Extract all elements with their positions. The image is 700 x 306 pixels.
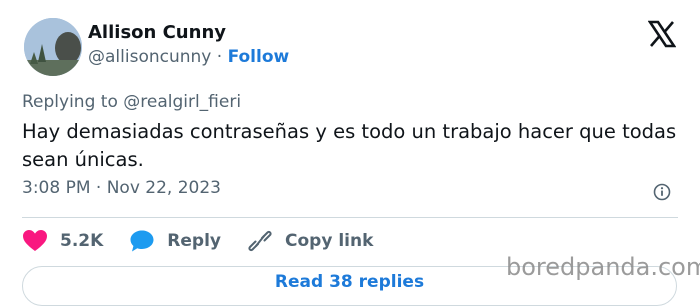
- tweet-text: Hay demasiadas contraseñas y es todo un …: [22, 120, 677, 171]
- like-count: 5.2K: [60, 231, 104, 251]
- reply-context: Replying to @realgirl_fieri: [22, 92, 242, 112]
- author-handle[interactable]: @allisoncunny: [88, 47, 211, 67]
- follow-button[interactable]: Follow: [228, 47, 290, 67]
- reply-button[interactable]: Reply: [129, 229, 221, 253]
- link-icon: [248, 230, 272, 252]
- divider: [22, 217, 678, 218]
- handle-separator: ·: [216, 47, 223, 67]
- author-display-name[interactable]: Allison Cunny: [88, 22, 226, 43]
- info-icon[interactable]: [653, 183, 671, 201]
- copy-link-button[interactable]: Copy link: [247, 229, 373, 253]
- author-handle-line: @allisoncunny · Follow: [88, 47, 289, 67]
- x-logo-icon[interactable]: [647, 20, 677, 48]
- avatar[interactable]: [24, 18, 82, 76]
- copy-link-label: Copy link: [285, 231, 374, 251]
- heart-icon: [23, 230, 47, 251]
- reply-label: Reply: [167, 231, 221, 251]
- tweet-actions: 5.2K Reply Copy link: [22, 226, 399, 256]
- speech-bubble-icon: [130, 230, 154, 252]
- tweet-timestamp[interactable]: 3:08 PM · Nov 22, 2023: [22, 178, 221, 198]
- watermark: boredpanda.com: [506, 253, 700, 281]
- like-button[interactable]: 5.2K: [22, 229, 103, 253]
